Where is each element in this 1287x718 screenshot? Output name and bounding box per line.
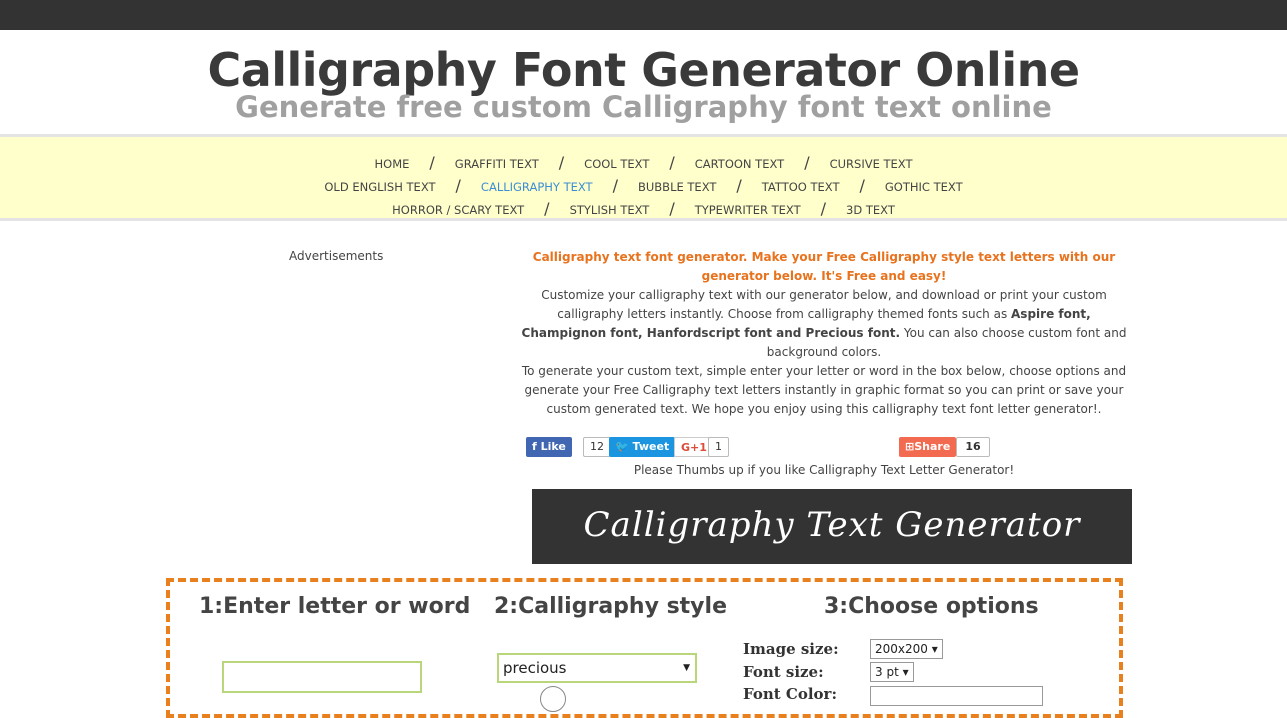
- share-count: 16: [956, 437, 990, 457]
- top-bar: [0, 0, 1287, 30]
- social-buttons: f Like 12 🐦 Tweet G+1 1 ⊞Share 16: [526, 437, 996, 459]
- intro-text: Calligraphy text font generator. Make yo…: [520, 248, 1128, 419]
- nav-separator: /: [558, 153, 565, 172]
- nav-separator: /: [736, 176, 742, 195]
- generator-form: 1:Enter letter or word 2:Calligraphy sty…: [166, 578, 1123, 718]
- style-value: precious: [503, 659, 567, 677]
- nav-separator: /: [544, 199, 550, 218]
- font-color-label: Font Color:: [743, 685, 837, 703]
- tweet-button[interactable]: 🐦 Tweet: [609, 437, 676, 457]
- text-input[interactable]: [222, 661, 422, 693]
- nav-link[interactable]: CARTOON TEXT: [687, 157, 792, 171]
- nav-link[interactable]: COOL TEXT: [576, 157, 657, 171]
- nav-link[interactable]: HORROR / SCARY TEXT: [384, 203, 532, 217]
- header: Calligraphy Font Generator Online Genera…: [0, 30, 1287, 134]
- nav-separator: /: [455, 176, 461, 195]
- nav-link[interactable]: GOTHIC TEXT: [877, 180, 971, 194]
- nav-link[interactable]: HOME: [367, 157, 418, 171]
- step1-heading: 1:Enter letter or word: [199, 594, 471, 619]
- nav-separator: /: [859, 176, 865, 195]
- nav-link[interactable]: CURSIVE TEXT: [822, 157, 921, 171]
- nav-separator: /: [669, 199, 675, 218]
- tweet-label: Tweet: [632, 440, 670, 453]
- intro-p2: To generate your custom text, simple ent…: [521, 364, 1127, 416]
- nav-link[interactable]: CALLIGRAPHY TEXT: [473, 180, 601, 194]
- nav-link[interactable]: GRAFFITI TEXT: [447, 157, 547, 171]
- nav-separator: /: [429, 153, 435, 172]
- nav-row: HORROR / SCARY TEXT / STYLISH TEXT / TYPEWRI…: [0, 198, 1287, 221]
- thumbs-up-text: Please Thumbs up if you like Calligraphy…: [633, 463, 1015, 477]
- style-select[interactable]: precious ▼: [497, 653, 697, 683]
- intro-lead: Calligraphy text font generator. Make yo…: [532, 250, 1116, 283]
- gplus-count: 1: [708, 437, 729, 457]
- font-size-select[interactable]: 3 pt ▾: [870, 662, 914, 682]
- step3-heading: 3:Choose options: [824, 594, 1039, 619]
- image-size-label: Image size:: [743, 640, 839, 658]
- share-label: Share: [914, 440, 951, 453]
- font-color-input[interactable]: [870, 686, 1043, 706]
- twitter-icon: 🐦: [615, 440, 633, 453]
- nav-separator: /: [669, 153, 675, 172]
- font-size-label: Font size:: [743, 663, 824, 681]
- image-size-value: 200x200: [875, 642, 928, 656]
- nav-separator: /: [804, 153, 810, 172]
- image-size-select[interactable]: 200x200 ▾: [870, 639, 943, 659]
- ads-label: Advertisements: [289, 249, 384, 263]
- page-subtitle: Generate free custom Calligraphy font te…: [235, 90, 1052, 124]
- step2-heading: 2:Calligraphy style: [494, 594, 727, 619]
- banner-image: Calligraphy Text Generator: [532, 489, 1132, 564]
- like-label: Like: [540, 440, 566, 453]
- nav-link[interactable]: TATTOO TEXT: [754, 180, 848, 194]
- dropdown-arrow-icon: ▼: [683, 663, 690, 673]
- plus-icon: ⊞: [905, 440, 915, 453]
- facebook-icon: f: [532, 440, 541, 453]
- facebook-like-button[interactable]: f Like: [526, 437, 572, 457]
- nav-separator: /: [612, 176, 618, 195]
- nav-link[interactable]: BUBBLE TEXT: [630, 180, 724, 194]
- nav-link[interactable]: TYPEWRITER TEXT: [687, 203, 809, 217]
- font-size-value: 3 pt: [875, 665, 899, 679]
- nav-link[interactable]: 3D TEXT: [838, 203, 903, 217]
- nav-row: HOME / GRAFFITI TEXT / COOL TEXT / CARTOON TEX…: [0, 152, 1287, 175]
- like-count: 12: [583, 437, 611, 457]
- nav-link[interactable]: OLD ENGLISH TEXT: [316, 180, 443, 194]
- nav-link[interactable]: STYLISH TEXT: [562, 203, 658, 217]
- nav-row: OLD ENGLISH TEXT / CALLIGRAPHY TEXT / BUBBLE…: [0, 175, 1287, 198]
- share-button[interactable]: ⊞Share: [899, 437, 957, 457]
- main-nav: HOME / GRAFFITI TEXT / COOL TEXT / CARTOON TEX…: [0, 134, 1287, 221]
- page-title: Calligraphy Font Generator Online: [207, 43, 1080, 97]
- nav-separator: /: [820, 199, 827, 218]
